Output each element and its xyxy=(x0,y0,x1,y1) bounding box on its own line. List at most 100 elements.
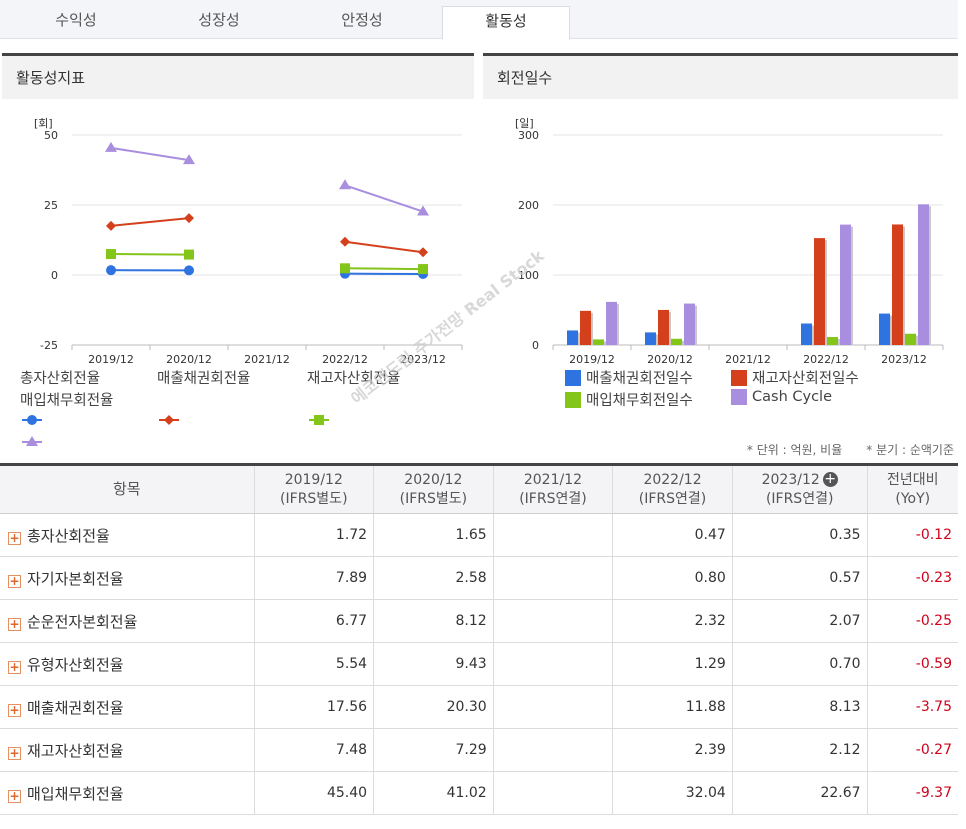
header-item-label: 항목 xyxy=(112,480,141,498)
legend-item[interactable]: 매입채무회전율 xyxy=(20,389,113,446)
yoy-cell: -0.23 xyxy=(866,556,958,600)
table-row: + 유형자산회전율 5.54 9.43 1.29 0.70 -0.59 xyxy=(0,642,958,686)
value-cell-2020: 1.65 xyxy=(373,513,494,557)
value-cell-2019: 7.89 xyxy=(253,556,374,600)
value-cell-2022: 11.88 xyxy=(612,685,733,729)
header-yoy-sub: (YoY) xyxy=(895,490,931,507)
bar xyxy=(671,338,682,345)
data-point xyxy=(340,236,350,247)
x-tick-label: 2020/12 xyxy=(647,353,693,366)
value-cell-2020: 20.30 xyxy=(373,685,494,729)
tab-stability[interactable]: 안정성 xyxy=(298,0,426,39)
header-2023-year: 2023/12 xyxy=(761,471,820,488)
expand-plus-icon[interactable]: + xyxy=(8,703,21,717)
bar xyxy=(905,333,916,345)
x-tick-label: 2019/12 xyxy=(569,353,615,366)
tab-profitability[interactable]: 수익성 xyxy=(12,0,140,39)
legend-marker-icon xyxy=(309,415,329,425)
value-cell-2022: 2.32 xyxy=(612,599,733,643)
data-point xyxy=(418,264,428,275)
header-yoy: 전년대비 (YoY) xyxy=(866,463,958,514)
value-cell-2023: 2.07 xyxy=(731,599,868,643)
series-line-segment xyxy=(344,184,424,213)
value-cell-2022: 2.39 xyxy=(612,728,733,772)
bar xyxy=(580,310,591,345)
x-tick-label: 2023/12 xyxy=(881,353,927,366)
header-2022-basis: (IFRS연결) xyxy=(638,490,707,507)
activity-ratio-panel: 활동성지표 [회] -25 0 25 50 2019/12 2020/12 2021/12 20… xyxy=(2,53,474,446)
turnover-days-title: 회전일수 xyxy=(483,53,958,99)
legend-swatch-icon xyxy=(731,369,747,386)
data-point xyxy=(184,265,194,276)
tab-bar: 수익성 성장성 안정성 활동성 xyxy=(0,0,958,40)
bar-shadow xyxy=(838,339,840,345)
x-tick-label: 2021/12 xyxy=(244,353,290,366)
value-cell-2022: 32.04 xyxy=(612,771,733,815)
data-point xyxy=(184,249,194,260)
legend-item[interactable]: 매출채권회전일수 xyxy=(565,367,693,388)
bar xyxy=(918,204,929,345)
row-label-cell: + 총자산회전율 xyxy=(0,513,254,557)
expand-plus-icon[interactable]: + xyxy=(8,531,21,545)
x-tick-label: 2021/12 xyxy=(725,353,771,366)
data-point xyxy=(106,265,116,276)
legend-swatch-icon xyxy=(565,391,581,408)
data-point xyxy=(184,213,194,224)
yoy-cell: -0.27 xyxy=(866,728,958,772)
value-cell-2023: 2.12 xyxy=(731,728,868,772)
yoy-cell: -0.59 xyxy=(866,642,958,686)
row-label: 순운전자본회전율 xyxy=(27,612,138,631)
legend-item[interactable]: Cash Cycle xyxy=(731,389,832,405)
x-tick-label: 2023/12 xyxy=(400,353,446,366)
bar xyxy=(840,224,851,345)
bar xyxy=(892,224,903,345)
plus-circle-icon[interactable]: + xyxy=(822,471,838,487)
header-2021: 2021/12 (IFRS연결) xyxy=(492,463,613,514)
x-tick-label: 2022/12 xyxy=(803,353,849,366)
row-label: 총자산회전율 xyxy=(27,526,110,545)
bar-shadow xyxy=(851,226,853,345)
bar xyxy=(606,301,617,345)
legend-swatch-icon xyxy=(565,369,581,386)
value-cell-2021 xyxy=(492,685,613,729)
legend-item[interactable]: 매출채권회전율 xyxy=(157,367,250,425)
bar xyxy=(658,309,669,345)
legend-item[interactable]: 재고자산회전일수 xyxy=(731,367,859,388)
y-tick-label: 300 xyxy=(518,129,539,142)
value-cell-2019: 17.56 xyxy=(253,685,374,729)
value-cell-2021 xyxy=(492,642,613,686)
bar-shadow xyxy=(903,226,905,345)
bar xyxy=(684,303,695,345)
value-cell-2020: 8.12 xyxy=(373,599,494,643)
header-2022: 2022/12 (IFRS연결) xyxy=(612,463,733,514)
value-cell-2022: 1.29 xyxy=(612,642,733,686)
bar-shadow xyxy=(916,335,918,345)
expand-plus-icon[interactable]: + xyxy=(8,789,21,803)
row-label-cell: + 매출채권회전율 xyxy=(0,685,254,729)
legend-item[interactable]: 매입채무회전일수 xyxy=(565,389,693,410)
bar xyxy=(567,330,578,345)
expand-plus-icon[interactable]: + xyxy=(8,574,21,588)
legend-marker-icon xyxy=(22,415,42,425)
expand-plus-icon[interactable]: + xyxy=(8,746,21,760)
turnover-days-panel: 회전일수 [일] 0 100 200 300 2019/12 2020/12 2021/12 2… xyxy=(483,53,958,409)
bar-shadow xyxy=(604,341,606,345)
value-cell-2019: 5.54 xyxy=(253,642,374,686)
expand-plus-icon[interactable]: + xyxy=(8,660,21,674)
value-cell-2020: 9.43 xyxy=(373,642,494,686)
table-row: + 매입채무회전율 45.40 41.02 32.04 22.67 -9.37 xyxy=(0,771,958,815)
value-cell-2021 xyxy=(492,513,613,557)
legend-item[interactable]: 재고자산회전율 xyxy=(307,367,400,425)
bar xyxy=(801,323,812,345)
legend-item[interactable]: 총자산회전율 xyxy=(20,367,100,425)
tab-activity[interactable]: 활동성 xyxy=(442,6,570,40)
expand-plus-icon[interactable]: + xyxy=(8,617,21,631)
bar-shadow xyxy=(591,312,593,345)
bar xyxy=(827,337,838,345)
row-label-cell: + 매입채무회전율 xyxy=(0,771,254,815)
y-tick-label: 0 xyxy=(51,269,58,282)
y-tick-label: -25 xyxy=(40,339,58,352)
bar xyxy=(593,339,604,345)
tab-growth[interactable]: 성장성 xyxy=(155,0,283,39)
value-cell-2021 xyxy=(492,771,613,815)
